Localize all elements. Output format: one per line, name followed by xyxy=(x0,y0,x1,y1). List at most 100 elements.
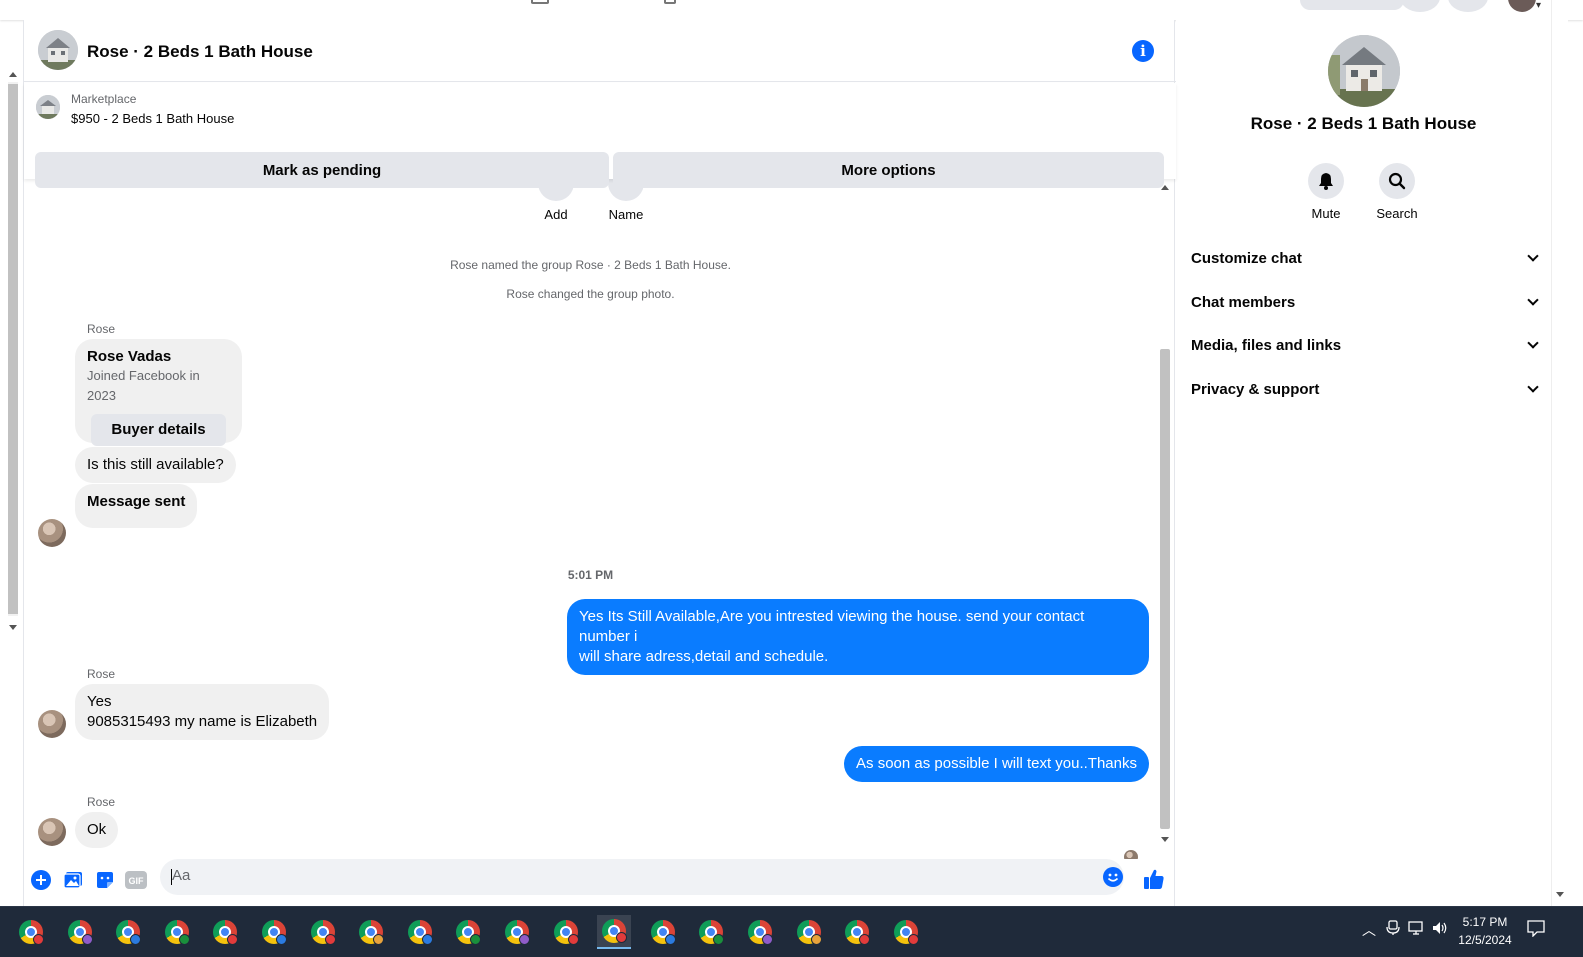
marketplace-nav-icon[interactable] xyxy=(531,0,549,4)
gif-icon[interactable]: GIF xyxy=(125,869,147,891)
mark-as-pending-button[interactable]: Mark as pending xyxy=(35,152,609,188)
profile-badge-icon xyxy=(373,934,385,945)
search-action[interactable]: Search xyxy=(1367,163,1427,221)
listing-title[interactable]: $950 - 2 Beds 1 Bath House xyxy=(71,111,234,126)
rose-avatar[interactable] xyxy=(38,818,66,846)
chrome-window-button[interactable] xyxy=(160,915,194,949)
privacy-support-section[interactable]: Privacy & support xyxy=(1191,369,1543,409)
plus-icon[interactable] xyxy=(30,869,52,891)
message-list: Add Name Rose named the group Rose · 2 B… xyxy=(24,179,1176,859)
profile-badge-icon xyxy=(421,934,433,945)
buyer-card: Rose Vadas Joined Facebook in 2023 Buyer… xyxy=(75,339,242,446)
chrome-window-button[interactable] xyxy=(14,915,48,949)
customize-chat-section[interactable]: Customize chat xyxy=(1191,238,1543,278)
chrome-window-button[interactable] xyxy=(840,915,874,949)
chrome-window-button[interactable] xyxy=(694,915,728,949)
bell-icon[interactable] xyxy=(1308,163,1344,199)
buyer-details-button[interactable]: Buyer details xyxy=(91,414,226,446)
chrome-window-button[interactable] xyxy=(646,915,680,949)
chrome-window-button[interactable] xyxy=(500,915,534,949)
group-photo[interactable] xyxy=(1328,35,1400,107)
chrome-window-button[interactable] xyxy=(354,915,388,949)
chrome-window-button[interactable] xyxy=(208,915,242,949)
incoming-message[interactable]: Is this still available? xyxy=(75,447,236,483)
messenger-button[interactable] xyxy=(1448,0,1488,12)
message-composer: GIF xyxy=(24,859,1176,906)
chrome-window-button[interactable] xyxy=(549,915,583,949)
chrome-window-button[interactable] xyxy=(792,915,826,949)
seen-receipt-avatar xyxy=(1124,850,1138,859)
volume-icon[interactable] xyxy=(1432,920,1450,939)
meet-icon[interactable] xyxy=(1386,920,1400,939)
profile-badge-icon xyxy=(470,934,482,945)
chrome-window-button[interactable] xyxy=(451,915,485,949)
account-chevron-icon[interactable]: ▾ xyxy=(1536,0,1541,11)
media-files-links-section[interactable]: Media, files and links xyxy=(1191,325,1543,365)
search-icon[interactable] xyxy=(1379,163,1415,199)
chrome-window-button[interactable] xyxy=(63,915,97,949)
chat-window: Rose · 2 Beds 1 Bath House i Marketplace… xyxy=(23,20,1176,906)
menu-grid-button[interactable] xyxy=(1400,0,1440,12)
notifications-icon[interactable] xyxy=(1527,919,1545,940)
message-input[interactable] xyxy=(172,867,1072,884)
outgoing-message[interactable]: As soon as possible I will text you..Tha… xyxy=(844,746,1149,782)
top-create-button[interactable] xyxy=(1300,0,1404,10)
top-navigation-bar: ▾ xyxy=(0,0,1583,20)
profile-badge-icon xyxy=(33,934,44,945)
profile-badge-icon xyxy=(810,934,822,945)
show-hidden-icons-icon[interactable]: ︿ xyxy=(1362,920,1376,940)
chrome-window-button[interactable] xyxy=(306,915,340,949)
message-scroll-thumb[interactable] xyxy=(1160,349,1170,829)
windows-taskbar: ︿ 5:17 PM 12/5/2024 xyxy=(0,906,1583,957)
message-scrollbar[interactable] xyxy=(1157,179,1173,847)
incoming-message[interactable]: Yes 9085315493 my name is Elizabeth xyxy=(75,684,330,740)
panel-scrollbar[interactable] xyxy=(1551,0,1568,906)
scroll-down-arrow-icon[interactable] xyxy=(1161,837,1169,842)
chrome-window-button[interactable] xyxy=(889,915,923,949)
rose-avatar[interactable] xyxy=(38,710,66,738)
rose-avatar[interactable] xyxy=(38,519,66,547)
account-avatar[interactable] xyxy=(1508,0,1536,12)
emoji-icon[interactable] xyxy=(1102,866,1124,893)
more-options-button[interactable]: More options xyxy=(613,152,1164,188)
like-icon[interactable] xyxy=(1142,867,1166,891)
chat-members-section[interactable]: Chat members xyxy=(1191,282,1543,322)
message-input-box[interactable] xyxy=(160,859,1124,895)
chrome-window-button[interactable] xyxy=(111,915,145,949)
sender-name: Rose xyxy=(87,667,116,681)
profile-badge-icon xyxy=(664,934,676,945)
taskbar-clock[interactable]: 5:17 PM 12/5/2024 xyxy=(1454,913,1516,949)
incoming-message[interactable]: Message sent xyxy=(75,484,198,528)
group-avatar[interactable] xyxy=(38,30,78,70)
marketplace-listing-bar: Marketplace $950 - 2 Beds 1 Bath House M… xyxy=(24,83,1176,188)
page-scrollbar[interactable] xyxy=(5,66,21,642)
profile-badge-icon xyxy=(519,934,530,945)
listing-thumbnail[interactable] xyxy=(36,95,60,119)
svg-text:GIF: GIF xyxy=(129,876,145,886)
profile-badge-icon xyxy=(713,934,725,945)
house-photo-icon xyxy=(36,95,60,119)
network-icon[interactable] xyxy=(1408,920,1426,939)
chrome-window-button[interactable] xyxy=(597,915,632,949)
chat-title[interactable]: Rose · 2 Beds 1 Bath House xyxy=(87,42,313,62)
profile-badge-icon xyxy=(178,934,190,945)
page-scroll-thumb[interactable] xyxy=(8,84,18,614)
photo-icon[interactable] xyxy=(62,869,84,891)
scroll-down-arrow-icon[interactable] xyxy=(9,625,17,630)
outgoing-message[interactable]: Yes Its Still Available,Are you intreste… xyxy=(567,599,1149,675)
mute-action[interactable]: Mute xyxy=(1296,163,1356,221)
scroll-up-arrow-icon[interactable] xyxy=(9,72,17,77)
info-icon[interactable]: i xyxy=(1132,40,1154,62)
profile-badge-icon xyxy=(324,934,336,945)
incoming-message[interactable]: Ok xyxy=(75,812,119,848)
chevron-down-icon xyxy=(1527,381,1539,393)
groups-nav-icon[interactable] xyxy=(664,0,676,4)
chrome-window-button[interactable] xyxy=(403,915,437,949)
chrome-window-button[interactable] xyxy=(743,915,777,949)
scroll-down-arrow-icon[interactable] xyxy=(1556,892,1564,897)
chevron-down-icon xyxy=(1527,250,1539,262)
sticker-icon[interactable] xyxy=(94,869,116,891)
chrome-window-button[interactable] xyxy=(257,915,291,949)
marketplace-label: Marketplace xyxy=(71,92,137,106)
buyer-joined: Joined Facebook in 2023 xyxy=(87,368,200,403)
